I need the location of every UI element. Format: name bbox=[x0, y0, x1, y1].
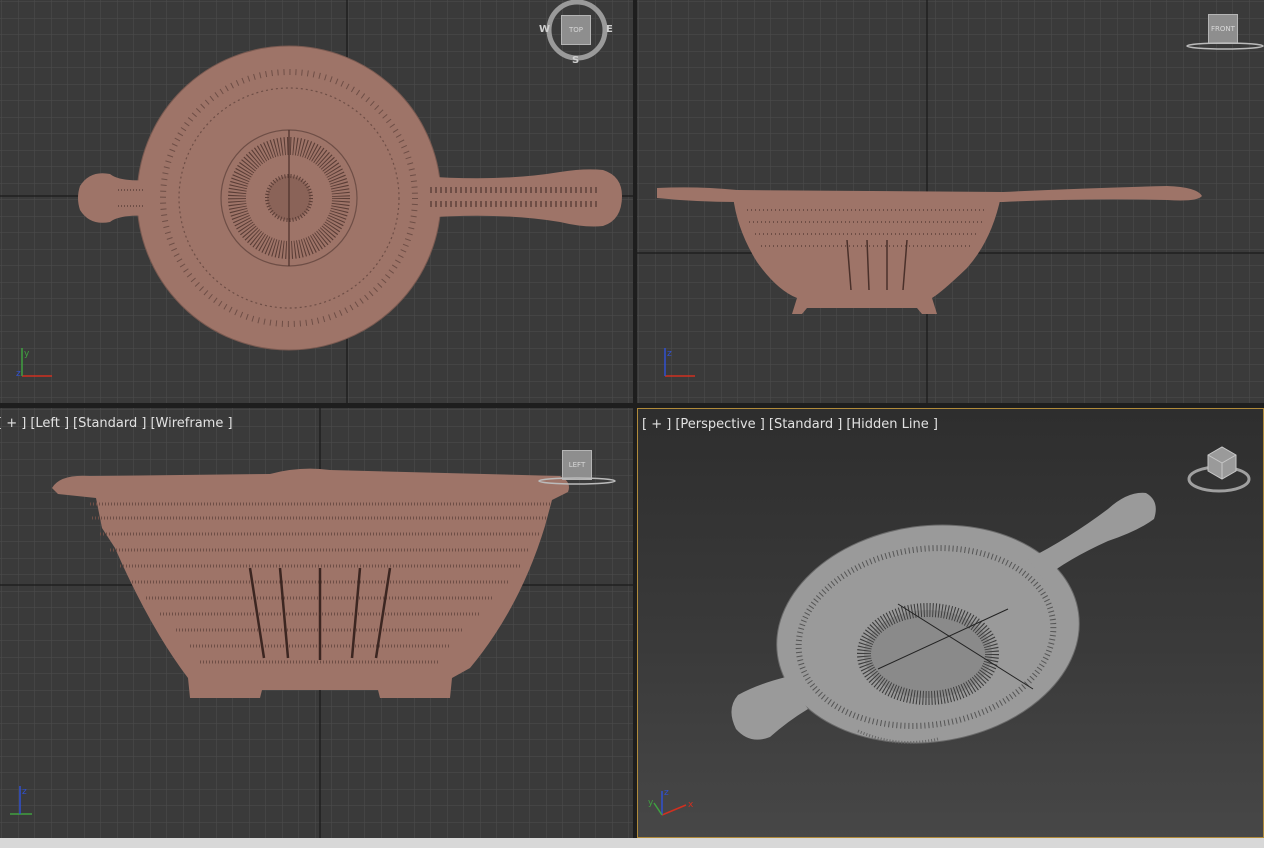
viewport-point-of-view-menu[interactable]: [Left ] bbox=[30, 416, 69, 431]
axis-x-label: x bbox=[688, 800, 694, 810]
viewport-left[interactable]: [ + ] [Left ] [Standard ] [Wireframe ] LEFT… bbox=[0, 408, 633, 838]
axis-tripod-icon: z bbox=[10, 786, 32, 815]
axis-y-label: y bbox=[24, 349, 30, 359]
viewport-menu-plus[interactable]: [ + ] bbox=[642, 417, 671, 432]
viewcube-perspective[interactable] bbox=[1184, 437, 1254, 507]
viewport-point-of-view-menu[interactable]: [Perspective ] bbox=[675, 417, 765, 432]
viewcube-face-label: TOP bbox=[568, 26, 583, 34]
viewport-front[interactable]: FRONT z bbox=[637, 0, 1264, 403]
viewcube-ring-left bbox=[538, 477, 616, 485]
viewcube-face-label: FRONT bbox=[1211, 25, 1235, 33]
viewport-shading-standard-menu[interactable]: [Standard ] bbox=[769, 417, 842, 432]
viewport-perspective[interactable]: [ + ] [Perspective ] [Standard ] [Hidden Li… bbox=[637, 408, 1264, 838]
status-bar bbox=[0, 838, 1264, 848]
axis-z-label: z bbox=[664, 788, 669, 798]
viewport-perspective-labels[interactable]: [ + ] [Perspective ] [Standard ] [Hidden Li… bbox=[642, 417, 942, 432]
axis-z-label: z bbox=[667, 349, 672, 359]
viewcube-face-label: LEFT bbox=[568, 461, 586, 469]
axis-tripod-icon: z bbox=[664, 348, 695, 377]
left-view-canvas bbox=[0, 408, 633, 838]
compass-east-label[interactable]: E bbox=[606, 24, 613, 35]
axis-z-label: z bbox=[22, 787, 27, 797]
viewport-shading-standard-menu[interactable]: [Standard ] bbox=[73, 416, 146, 431]
axis-y-label: y bbox=[648, 798, 654, 808]
viewport-display-mode-menu[interactable]: [Hidden Line ] bbox=[846, 417, 938, 432]
compass-west-label[interactable]: W bbox=[539, 24, 550, 35]
viewcube-ring-front bbox=[1186, 42, 1264, 50]
viewport-display-mode-menu[interactable]: [Wireframe ] bbox=[150, 416, 232, 431]
axis-tripod-icon: x z y bbox=[648, 788, 694, 816]
compass-south-label[interactable]: S bbox=[572, 55, 579, 66]
front-view-canvas bbox=[637, 0, 1264, 403]
axis-z-label: z bbox=[16, 369, 21, 379]
perspective-view-canvas bbox=[731, 492, 1156, 745]
viewcube-top[interactable]: TOP bbox=[561, 15, 591, 45]
axis-tripod-icon: y z bbox=[16, 348, 52, 379]
viewport-top[interactable]: TOP W E S y z bbox=[0, 0, 633, 403]
viewport-menu-plus[interactable]: [ + ] bbox=[0, 416, 26, 431]
colander-perspective-shape bbox=[731, 492, 1156, 745]
viewport-left-labels[interactable]: [ + ] [Left ] [Standard ] [Wireframe ] bbox=[0, 416, 237, 431]
